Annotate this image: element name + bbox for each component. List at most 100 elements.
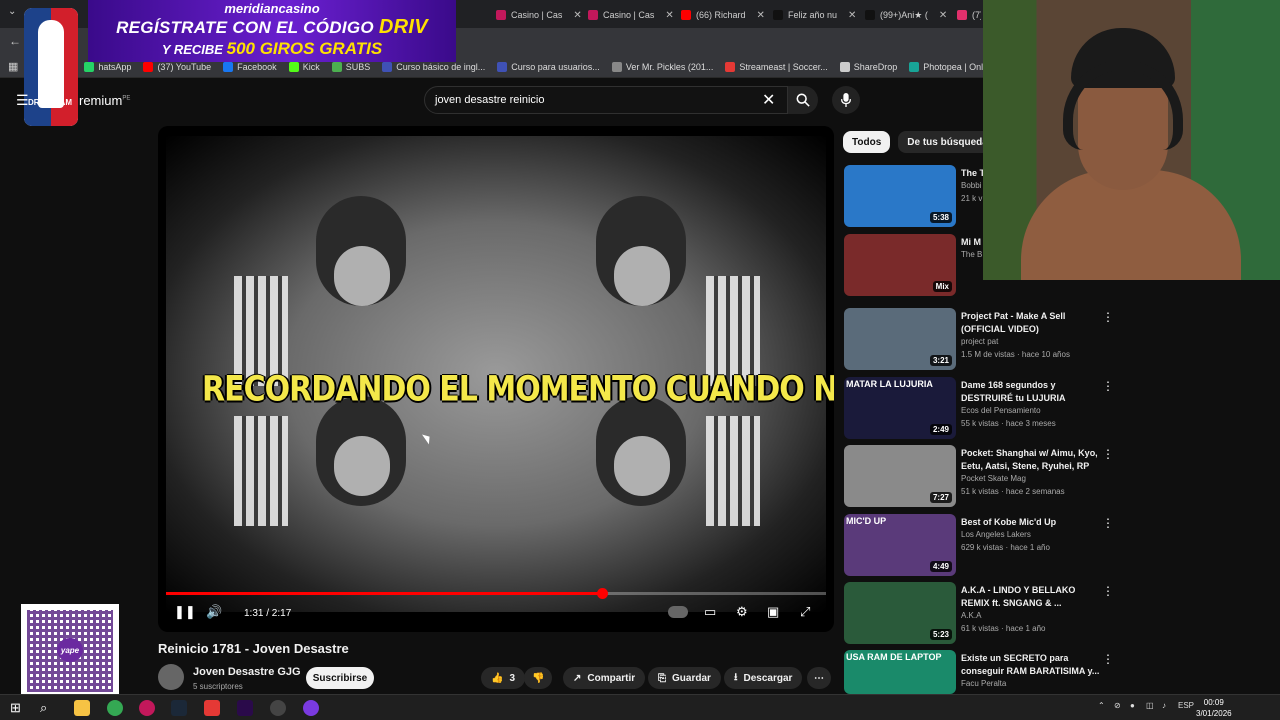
recommended-video[interactable]: 5:23 A.K.A - LINDO Y BELLAKO REMIX ft. SN… (844, 582, 1114, 644)
subscribe-button[interactable]: Suscribirse (306, 667, 374, 689)
video-thumbnail[interactable]: 5:38 (844, 165, 956, 227)
channel-name[interactable]: Joven Desastre GJG (193, 666, 301, 678)
recommended-title[interactable]: Dame 168 segundos y DESTRUIRÉ tu LUJURIA (961, 379, 1101, 405)
browser-tab[interactable]: (7) (957, 4, 981, 26)
bookmark-item[interactable]: ShareDrop (839, 61, 897, 72)
recommended-channel[interactable]: Ecos del Pensamiento (961, 406, 1041, 415)
recommended-video[interactable]: 3:21 Project Pat - Make A Sell (OFFICIAL … (844, 308, 1114, 370)
video-thumbnail[interactable]: USA RAM DE LAPTOP (844, 650, 956, 694)
bookmark-item[interactable]: Curso para usuarios... (497, 61, 600, 72)
close-tab-icon[interactable]: ✕ (939, 10, 947, 21)
tray-chevron-icon[interactable]: ⌃ (1098, 701, 1105, 710)
video-thumbnail[interactable]: 3:21 (844, 308, 956, 370)
casino-ad-banner[interactable]: meridiancasino REGÍSTRATE CON EL CÓDIGO … (88, 0, 456, 62)
recommended-title[interactable]: Best of Kobe Mic'd Up (961, 516, 1101, 529)
dislike-button[interactable]: 👎 (524, 667, 553, 689)
bookmark-item[interactable]: Curso básico de ingl... (382, 61, 485, 72)
download-button[interactable]: ⭳ Descargar (724, 667, 803, 689)
share-button[interactable]: ↗ Compartir (563, 667, 646, 689)
media-player-icon[interactable] (139, 700, 155, 716)
browser-tab[interactable]: (66) Richard ✕ (681, 4, 769, 26)
progress-scrubber[interactable] (596, 588, 608, 599)
autoplay-toggle[interactable] (668, 606, 688, 618)
more-actions-button[interactable]: ⋯ (807, 667, 831, 689)
chip-all[interactable]: Todos (843, 131, 891, 153)
taskbar-search-icon[interactable]: ⌕ (40, 700, 56, 716)
progress-bar[interactable] (166, 588, 826, 599)
browser-tab[interactable]: Casino | Cas ✕ (496, 4, 584, 26)
bookmark-item[interactable]: Facebook (223, 61, 277, 72)
search-button[interactable] (788, 86, 818, 114)
recommended-video[interactable]: MATAR LA LUJURIA 2:49 Dame 168 segundos y … (844, 377, 1114, 439)
screen-recorder-icon[interactable] (204, 700, 220, 716)
system-clock[interactable]: 00:09 3/01/2026 (1196, 697, 1232, 719)
browser-tab[interactable]: (99+)Ani★ (✕ (865, 4, 953, 26)
browser-tab[interactable]: Casino | Cas ✕ (588, 4, 676, 26)
video-thumbnail[interactable]: MIC'D UP 4:49 (844, 514, 956, 576)
recommended-title[interactable]: A.K.A - LINDO Y BELLAKO REMIX ft. SNGANG… (961, 584, 1101, 610)
recommended-channel[interactable]: A.K.A (961, 611, 981, 620)
like-button[interactable]: 👍 3 (481, 667, 526, 689)
fullscreen-icon[interactable]: ⤢ (800, 604, 810, 620)
bookmark-item[interactable]: Streameast | Soccer... (725, 61, 828, 72)
channel-avatar[interactable] (158, 664, 184, 690)
recommended-channel[interactable]: Facu Peralta (961, 679, 1006, 688)
recommended-channel[interactable]: project pat (961, 337, 998, 346)
tray-network-icon[interactable]: ⊘ (1114, 701, 1121, 710)
more-options-icon[interactable]: ⋮ (1102, 310, 1114, 324)
tray-volume-icon[interactable]: ♪ (1162, 701, 1166, 710)
bookmark-item[interactable]: (37) YouTube (143, 61, 211, 72)
bookmark-item[interactable]: hatsApp (84, 61, 131, 72)
more-options-icon[interactable]: ⋮ (1102, 447, 1114, 461)
tray-language[interactable]: ESP (1178, 701, 1194, 710)
back-arrow-icon[interactable]: ← (9, 34, 21, 48)
close-tab-icon[interactable]: ✕ (757, 10, 765, 21)
youtube-premium-logo[interactable]: remiumPE (79, 93, 130, 108)
bookmark-item[interactable]: Kick (288, 61, 320, 72)
more-options-icon[interactable]: ⋮ (1102, 516, 1114, 530)
bookmark-item[interactable]: SUBS (331, 61, 370, 72)
video-thumbnail[interactable]: 7:27 (844, 445, 956, 507)
recommended-title[interactable]: Project Pat - Make A Sell (OFFICIAL VIDE… (961, 310, 1101, 336)
tray-mic-icon[interactable]: ● (1130, 701, 1135, 710)
recommended-channel[interactable]: Pocket Skate Mag (961, 474, 1026, 483)
video-frame[interactable]: RECORDANDO EL MOMENTO CUANDO NO PODIA (166, 136, 834, 612)
recommended-video[interactable]: USA RAM DE LAPTOP Existe un SECRETO para … (844, 650, 1114, 694)
volume-icon[interactable]: 🔊 (206, 604, 222, 620)
clear-search-icon[interactable]: ✕ (762, 90, 775, 110)
voice-search-button[interactable] (832, 86, 860, 114)
close-tab-icon[interactable]: ✕ (665, 10, 673, 21)
save-button[interactable]: ⎘ Guardar (648, 667, 721, 689)
apps-grid-icon[interactable]: ▦ (8, 60, 18, 73)
bookmark-item[interactable]: Ver Mr. Pickles (201... (611, 61, 713, 72)
settings-gear-icon[interactable]: ⚙ (736, 604, 748, 620)
recommended-channel[interactable]: Bobbi (961, 181, 981, 190)
more-options-icon[interactable]: ⋮ (1102, 584, 1114, 598)
recommended-video[interactable]: MIC'D UP 4:49 Best of Kobe Mic'd Up Los Ang… (844, 514, 1114, 576)
recommended-video[interactable]: 7:27 Pocket: Shanghai w/ Aimu, Kyo, Eetu,… (844, 445, 1114, 507)
windows-start-icon[interactable]: ⊞ (10, 700, 26, 716)
browser-tab[interactable]: Feliz año nu ✕ (773, 4, 861, 26)
video-thumbnail[interactable]: Mix (844, 234, 956, 296)
chrome-icon[interactable] (107, 700, 123, 716)
menu-icon[interactable]: ☰ (16, 92, 29, 109)
steam-icon[interactable] (171, 700, 187, 716)
messenger-icon[interactable] (303, 700, 319, 716)
theater-mode-icon[interactable]: ▣ (767, 604, 779, 620)
close-tab-icon[interactable]: ✕ (848, 10, 856, 21)
recommended-channel[interactable]: Los Angeles Lakers (961, 530, 1031, 539)
tray-wifi-icon[interactable]: ◫ (1146, 701, 1154, 710)
close-tab-icon[interactable]: ✕ (573, 10, 581, 21)
recommended-title[interactable]: Pocket: Shanghai w/ Aimu, Kyo, Eetu, Aat… (961, 447, 1101, 473)
subtitles-icon[interactable]: ▭ (704, 604, 716, 620)
more-options-icon[interactable]: ⋮ (1102, 652, 1114, 666)
file-explorer-icon[interactable] (74, 700, 90, 716)
more-options-icon[interactable]: ⋮ (1102, 379, 1114, 393)
pause-icon[interactable]: ❚❚ (174, 604, 196, 620)
tab-menu-icon[interactable]: ⌄ (8, 6, 16, 17)
video-player[interactable]: RECORDANDO EL MOMENTO CUANDO NO PODIA ❚❚… (158, 126, 834, 632)
premiere-icon[interactable] (237, 700, 253, 716)
video-thumbnail[interactable]: 5:23 (844, 582, 956, 644)
recommended-title[interactable]: Existe un SECRETO para conseguir RAM BAR… (961, 652, 1101, 678)
recommended-channel[interactable]: The B (961, 250, 982, 259)
